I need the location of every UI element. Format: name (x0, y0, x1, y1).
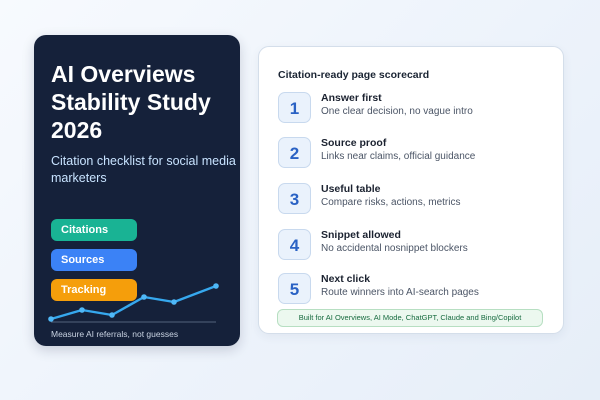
trend-point (141, 294, 147, 300)
scorecard-card: Citation-ready page scorecard 1 Answer f… (258, 46, 564, 334)
trend-point (109, 312, 115, 318)
step-number-badge: 3 (278, 183, 311, 214)
trend-point (48, 316, 54, 322)
trend-point (79, 307, 85, 313)
step-description: Compare risks, actions, metrics (321, 197, 461, 208)
scorecard-step-5: 5 Next click Route winners into AI-searc… (278, 273, 558, 307)
step-description: No accidental nosnippet blockers (321, 243, 468, 254)
scorecard-step-4: 4 Snippet allowed No accidental nosnippe… (278, 229, 558, 263)
citations-pill: Citations (51, 219, 137, 241)
step-title: Snippet allowed (321, 229, 401, 241)
step-title: Useful table (321, 183, 381, 195)
scorecard-title: Citation-ready page scorecard (278, 69, 430, 81)
step-title: Source proof (321, 137, 387, 149)
hero-subtitle: Citation checklist for social media mark… (51, 154, 236, 185)
tracking-pill: Tracking (51, 279, 137, 301)
step-title: Answer first (321, 92, 382, 104)
compatibility-note: Built for AI Overviews, AI Mode, ChatGPT… (277, 309, 543, 327)
trend-point (171, 299, 177, 305)
step-description: Links near claims, official guidance (321, 151, 476, 162)
step-title: Next click (321, 273, 371, 285)
hero-card: AI Overviews Stability Study 2026 Citati… (34, 35, 240, 346)
scorecard-step-1: 1 Answer first One clear decision, no va… (278, 92, 558, 126)
step-description: One clear decision, no vague intro (321, 106, 473, 117)
scorecard-step-3: 3 Useful table Compare risks, actions, m… (278, 183, 558, 217)
sources-pill: Sources (51, 249, 137, 271)
hero-footnote: Measure AI referrals, not guesses (51, 329, 179, 339)
trend-point (213, 283, 219, 289)
step-number-badge: 1 (278, 92, 311, 123)
scorecard-step-2: 2 Source proof Links near claims, offici… (278, 137, 558, 171)
step-description: Route winners into AI-search pages (321, 287, 479, 298)
hero-title: AI Overviews Stability Study 2026 (51, 61, 211, 143)
step-number-badge: 4 (278, 229, 311, 260)
step-number-badge: 2 (278, 137, 311, 168)
step-number-badge: 5 (278, 273, 311, 304)
